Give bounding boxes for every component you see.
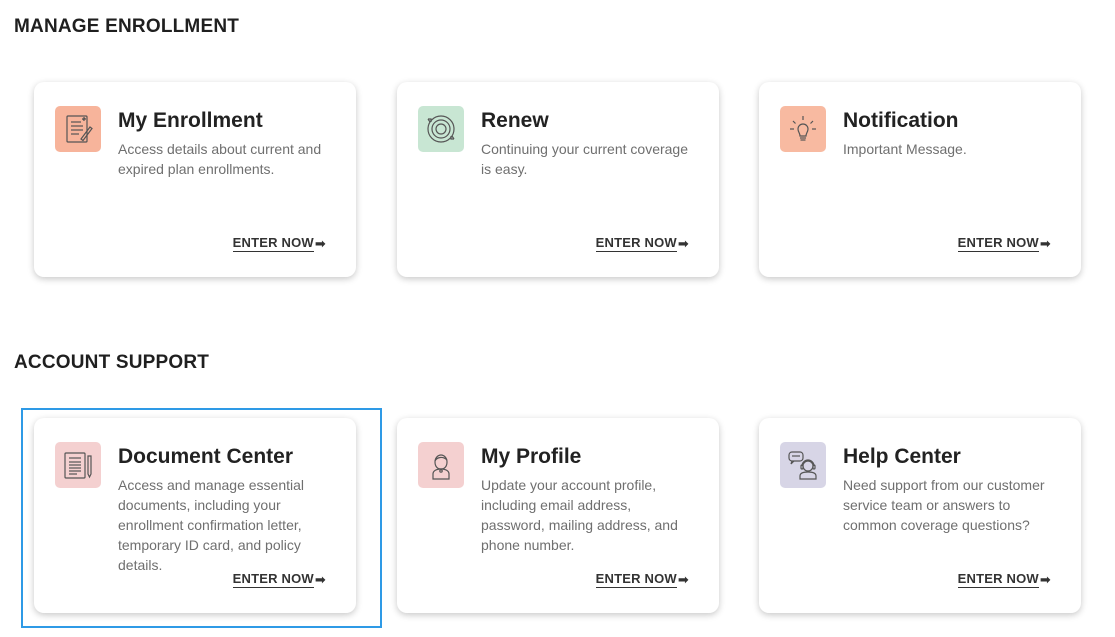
user-profile-icon [432, 454, 450, 480]
card-title: Notification [843, 109, 959, 132]
enter-now-label: ENTER NOW [595, 235, 677, 252]
enter-now-link[interactable]: ENTER NOW ➡ [957, 571, 1051, 588]
card-title: My Profile [481, 445, 582, 468]
card-title: Help Center [843, 445, 961, 468]
card-my-enrollment[interactable]: My Enrollment Access details about curre… [34, 82, 356, 277]
enter-now-label: ENTER NOW [957, 571, 1039, 588]
icon-box [780, 442, 826, 488]
enrollment-form-icon [66, 115, 93, 143]
card-description: Access details about current and expired… [118, 141, 322, 177]
enter-now-label: ENTER NOW [595, 571, 677, 588]
enter-now-link[interactable]: ENTER NOW ➡ [232, 571, 326, 588]
card-renew[interactable]: Renew Continuing your current coverage i… [397, 82, 719, 277]
icon-box [418, 442, 464, 488]
enter-now-link[interactable]: ENTER NOW ➡ [232, 235, 326, 252]
support-agent-icon [788, 451, 817, 480]
card-notification[interactable]: Notification Important Message. ENTER NO… [759, 82, 1081, 277]
enter-now-link[interactable]: ENTER NOW ➡ [595, 571, 689, 588]
arrow-right-icon: ➡ [314, 235, 326, 251]
arrow-right-icon: ➡ [677, 571, 689, 587]
icon-box [55, 106, 101, 152]
arrow-right-icon: ➡ [1039, 571, 1051, 587]
card-description: Update your account profile, including e… [481, 477, 678, 553]
enter-now-link[interactable]: ENTER NOW ➡ [957, 235, 1051, 252]
card-description: Access and manage essential documents, i… [118, 477, 304, 573]
card-title: My Enrollment [118, 109, 263, 132]
card-description: Continuing your current coverage is easy… [481, 141, 689, 177]
arrow-right-icon: ➡ [1039, 235, 1051, 251]
icon-box [418, 106, 464, 152]
card-title: Document Center [118, 445, 294, 468]
icon-box [55, 442, 101, 488]
card-help-center[interactable]: Help Center Need support from our custom… [759, 418, 1081, 613]
card-document-center[interactable]: Document Center Access and manage essent… [34, 418, 356, 613]
renew-cycle-icon [427, 115, 455, 143]
enter-now-link[interactable]: ENTER NOW ➡ [595, 235, 689, 252]
document-pencil-icon [64, 452, 92, 479]
section-title-manage-enrollment: MANAGE ENROLLMENT [14, 16, 240, 37]
arrow-right-icon: ➡ [314, 571, 326, 587]
card-title: Renew [481, 109, 549, 132]
enter-now-label: ENTER NOW [232, 235, 314, 252]
icon-box [780, 106, 826, 152]
card-my-profile[interactable]: My Profile Update your account profile, … [397, 418, 719, 613]
card-description: Need support from our customer service t… [843, 477, 1045, 533]
enter-now-label: ENTER NOW [232, 571, 314, 588]
enter-now-label: ENTER NOW [957, 235, 1039, 252]
section-title-account-support: ACCOUNT SUPPORT [14, 352, 210, 373]
card-description: Important Message. [843, 141, 967, 157]
lightbulb-icon [790, 116, 816, 141]
arrow-right-icon: ➡ [677, 235, 689, 251]
